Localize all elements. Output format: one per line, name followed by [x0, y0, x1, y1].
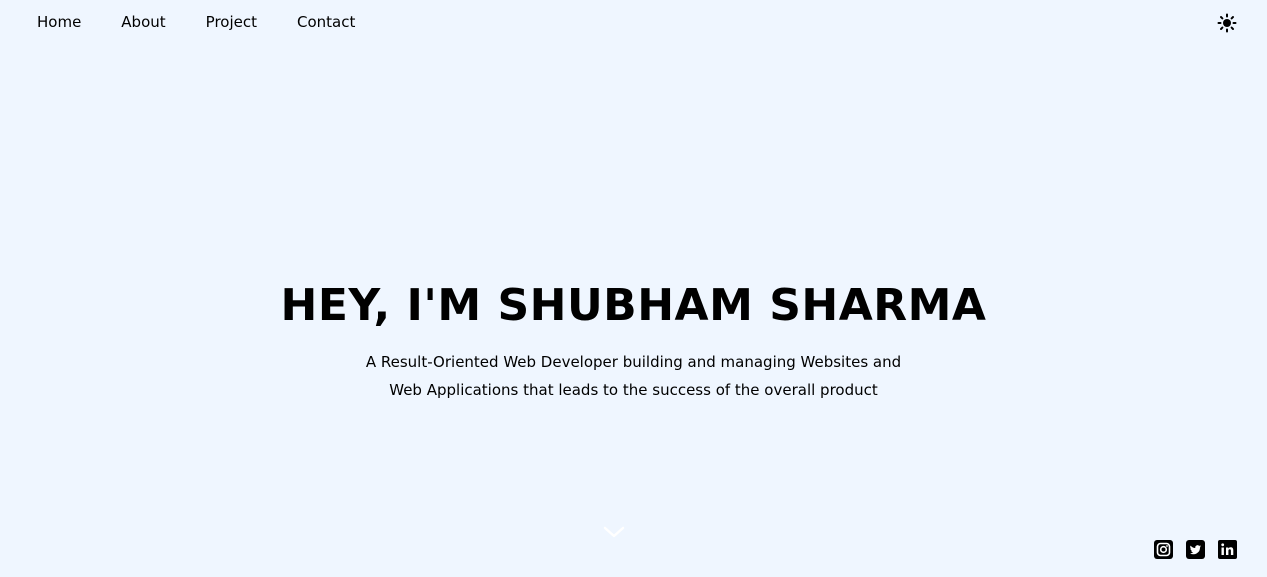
hero-subtitle: A Result-Oriented Web Developer building…	[365, 353, 902, 399]
hero-section: HEY, I'M SHUBHAM SHARMA A Result-Oriente…	[0, 278, 1267, 404]
page: Home About Project Contact HEY, I'M SHUB…	[0, 0, 1267, 577]
nav-project[interactable]: Project	[206, 12, 257, 32]
main-nav: Home About Project Contact	[37, 12, 355, 32]
nav-home[interactable]: Home	[37, 12, 81, 32]
hero-title: HEY, I'M SHUBHAM SHARMA	[280, 280, 987, 331]
twitter-icon	[1186, 540, 1205, 559]
instagram-link[interactable]	[1154, 540, 1173, 559]
sun-icon	[1217, 13, 1237, 33]
scroll-down-button[interactable]	[602, 524, 626, 540]
linkedin-icon	[1218, 540, 1237, 559]
twitter-link[interactable]	[1186, 540, 1205, 559]
instagram-icon	[1154, 540, 1173, 559]
nav-contact[interactable]: Contact	[297, 12, 355, 32]
social-links	[1154, 540, 1237, 559]
chevron-down-icon	[603, 526, 625, 538]
nav-about[interactable]: About	[121, 12, 165, 32]
theme-toggle-button[interactable]	[1217, 13, 1237, 33]
linkedin-link[interactable]	[1218, 540, 1237, 559]
